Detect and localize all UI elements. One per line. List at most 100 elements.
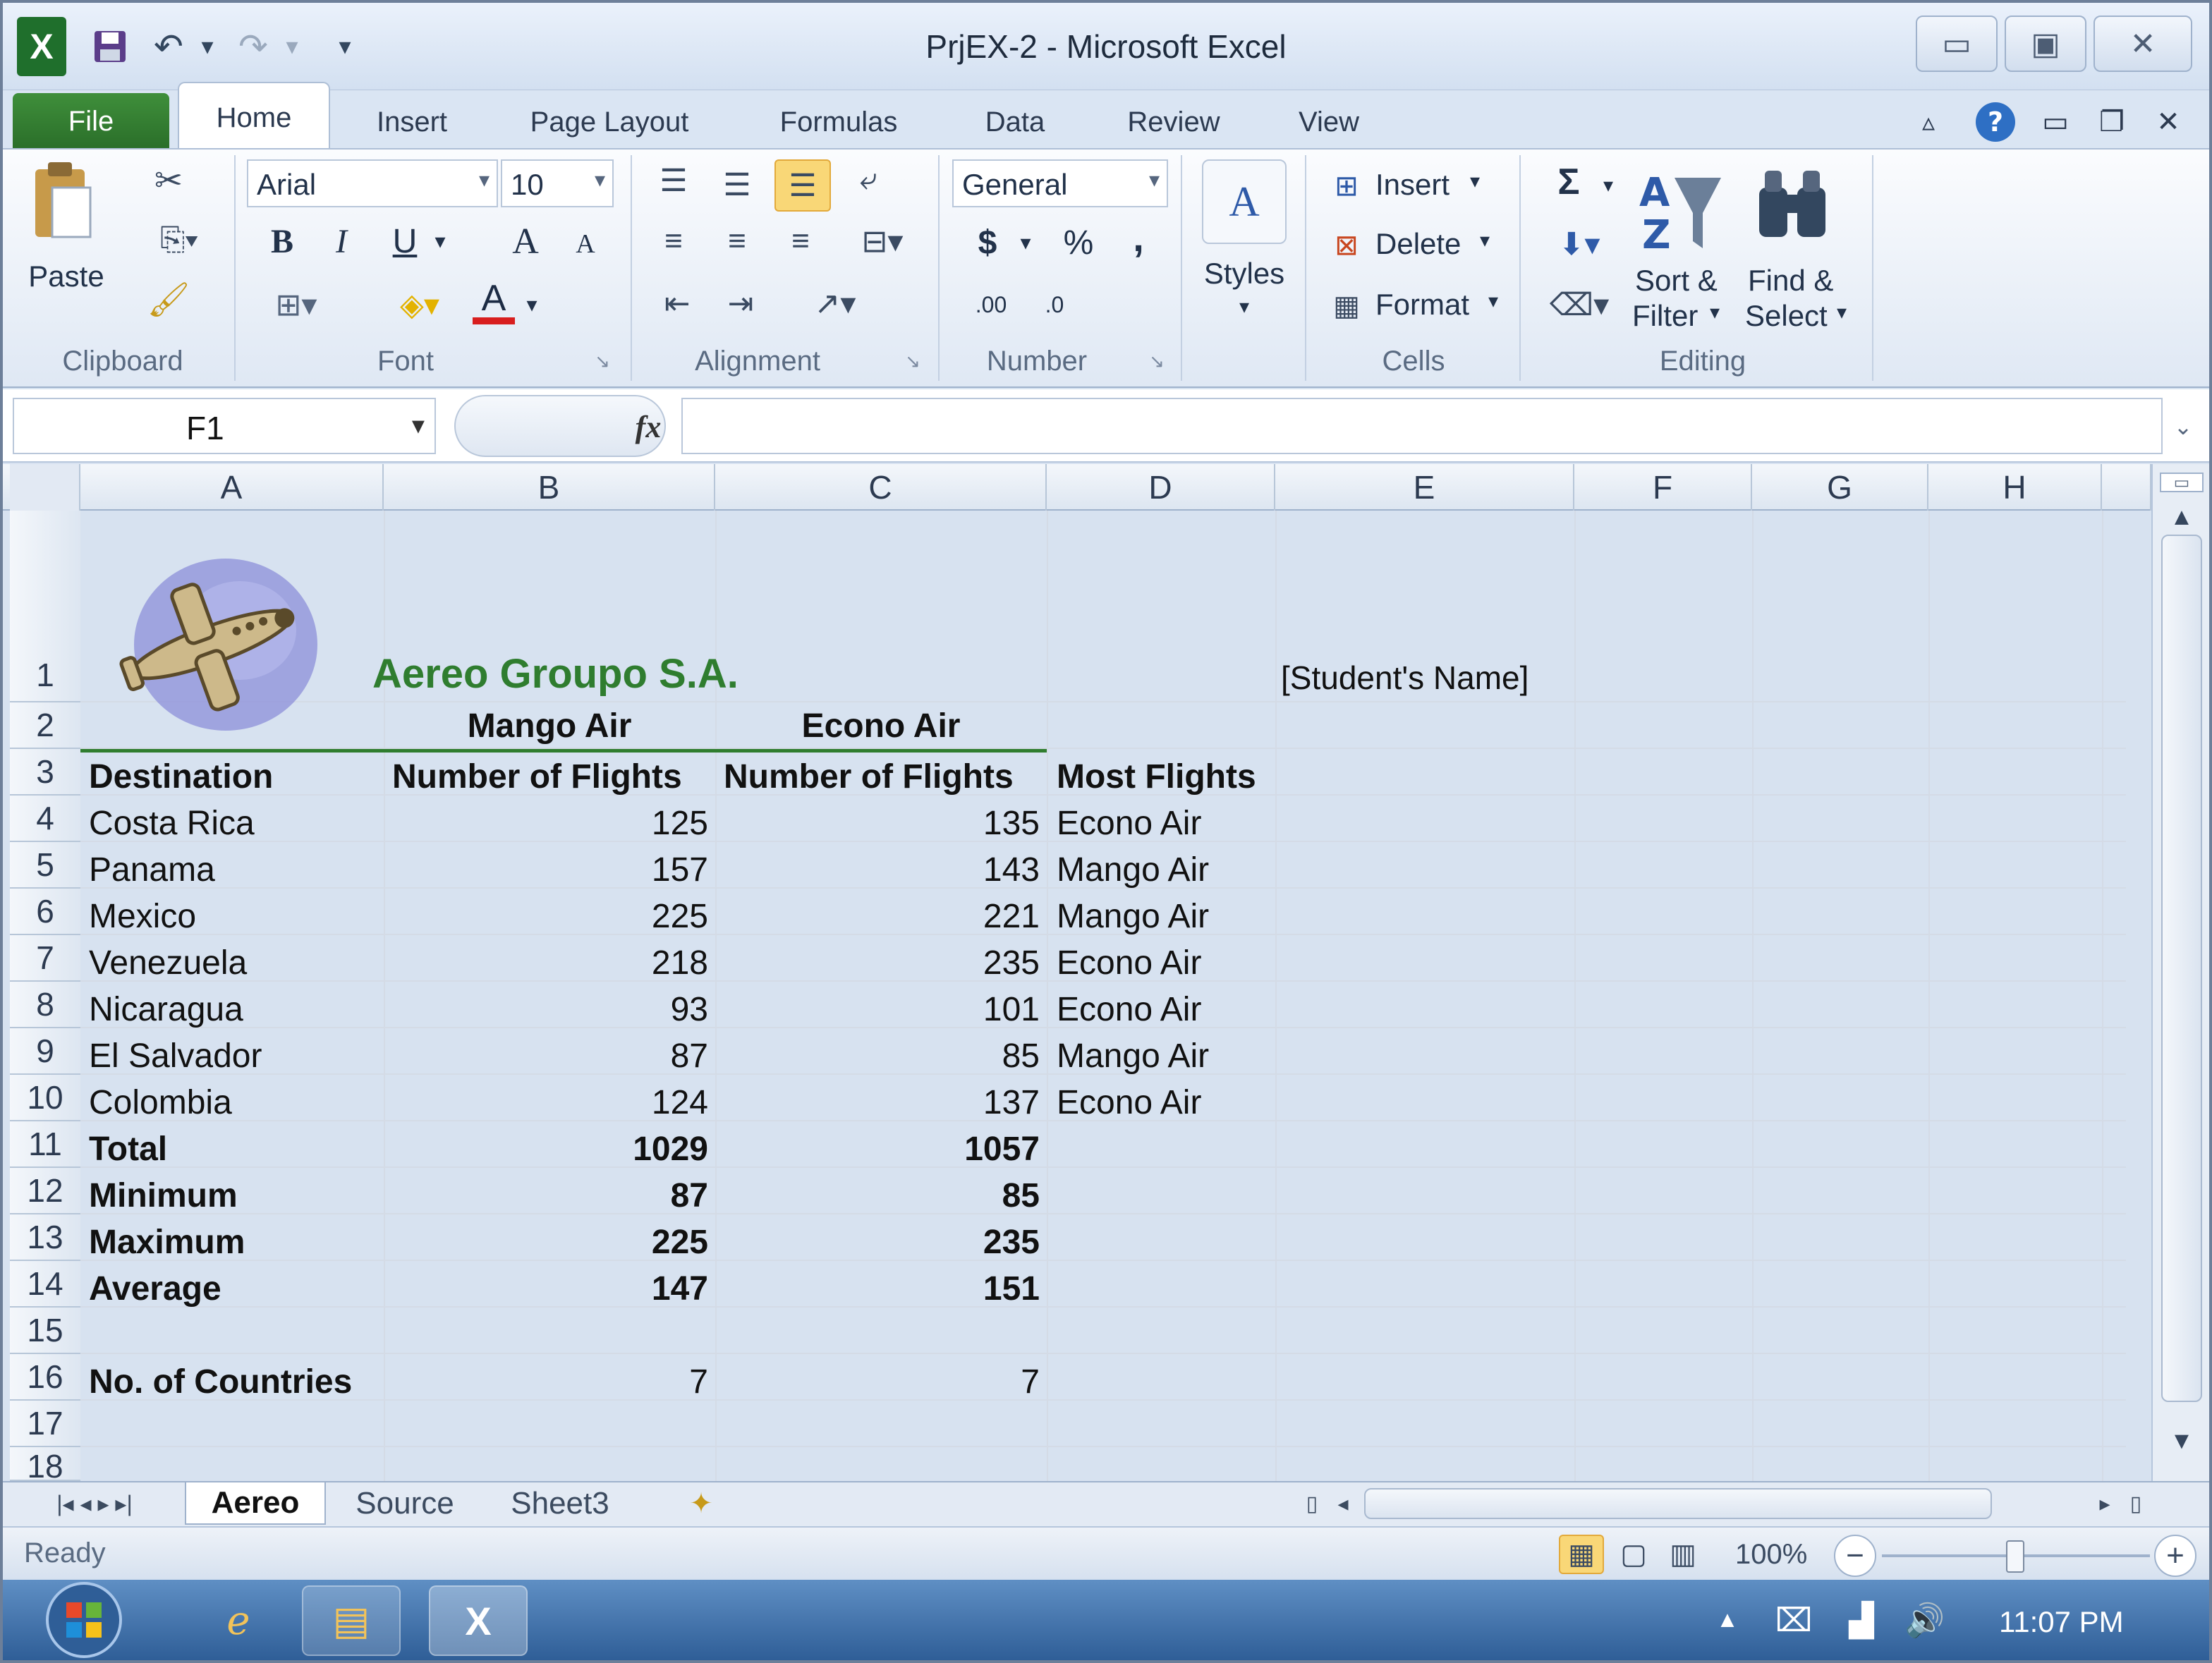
row-header-7[interactable]: 7	[10, 935, 80, 982]
underline-button[interactable]: U	[384, 219, 426, 264]
zoom-in-button[interactable]: +	[2154, 1535, 2196, 1577]
cell-econo-flights[interactable]: 101	[715, 986, 1040, 1032]
customize-qat-icon[interactable]: ▾	[327, 17, 363, 76]
row-header-8[interactable]: 8	[10, 982, 80, 1028]
italic-button[interactable]: I	[320, 219, 363, 264]
cell-countries-mango[interactable]: 7	[384, 1358, 708, 1405]
cell-mango-flights[interactable]: 157	[384, 846, 708, 893]
styles-button[interactable]: Styles	[1192, 254, 1296, 293]
format-painter-icon[interactable]: 🖌	[144, 278, 193, 320]
top-align-icon[interactable]: ☰	[649, 158, 698, 203]
horizontal-scroll-thumb[interactable]	[1364, 1488, 1992, 1519]
airline-econo-header[interactable]: Econo Air	[715, 702, 1047, 749]
row-header-1[interactable]: 1	[10, 511, 80, 702]
zoom-level[interactable]: 100%	[1735, 1539, 1807, 1571]
volume-icon[interactable]: 🔊	[1900, 1595, 1950, 1645]
format-dropdown-icon[interactable]: ▾	[1488, 289, 1498, 312]
fill-icon[interactable]: ⬇▾	[1540, 221, 1618, 267]
cell-mango-flights[interactable]: 124	[384, 1079, 708, 1126]
fill-color-icon[interactable]: ◈▾	[381, 282, 458, 327]
sheet-tab-source[interactable]: Source	[334, 1482, 475, 1525]
select-all-button[interactable]	[10, 464, 80, 511]
cell-summary-econo[interactable]: 235	[715, 1219, 1040, 1265]
decrease-decimal-button[interactable]: .0	[1023, 282, 1086, 327]
row-header-11[interactable]: 11	[10, 1121, 80, 1168]
row-header-3[interactable]: 3	[10, 749, 80, 796]
underline-dropdown-icon[interactable]: ▾	[426, 219, 454, 264]
cell-destination[interactable]: Mexico	[89, 893, 196, 939]
currency-button[interactable]: $	[966, 220, 1009, 265]
cell-countries-label[interactable]: No. of Countries	[89, 1358, 352, 1405]
column-header-i[interactable]	[2102, 464, 2151, 511]
normal-view-icon[interactable]: ▦	[1559, 1535, 1604, 1574]
sheet-navigation-arrows[interactable]: |◂ ◂ ▸ ▸|	[17, 1482, 172, 1525]
chevron-down-icon[interactable]: ▾	[595, 168, 605, 193]
percent-button[interactable]: %	[1054, 220, 1103, 265]
cell-econo-flights[interactable]: 135	[715, 800, 1040, 846]
help-icon[interactable]: ?	[1971, 95, 2020, 150]
cell-summary-label[interactable]: Average	[89, 1265, 221, 1312]
tab-formulas[interactable]: Formulas	[750, 95, 927, 150]
cell-econo-flights[interactable]: 137	[715, 1079, 1040, 1126]
insert-worksheet-icon[interactable]: ✦	[673, 1482, 729, 1525]
scroll-right-icon[interactable]: ▸	[2091, 1482, 2119, 1525]
grow-font-button[interactable]: A	[501, 219, 550, 264]
undo-dropdown-icon[interactable]: ▾	[193, 17, 221, 76]
file-explorer-icon[interactable]: ▤	[302, 1585, 401, 1656]
cell-mango-flights[interactable]: 93	[384, 986, 708, 1032]
font-name-box[interactable]: Arial ▾	[247, 159, 498, 207]
cell-summary-mango[interactable]: 147	[384, 1265, 708, 1312]
row-header-10[interactable]: 10	[10, 1075, 80, 1121]
formula-input[interactable]	[681, 398, 2163, 454]
tab-file[interactable]: File	[13, 93, 169, 150]
excel-taskbar-icon[interactable]: X	[429, 1585, 528, 1656]
autosum-dropdown-icon[interactable]: ▾	[1594, 162, 1622, 207]
cell-most-flights[interactable]: Econo Air	[1057, 986, 1201, 1032]
split-handle-right[interactable]: ▯	[2122, 1482, 2150, 1525]
insert-function-button[interactable]: fx	[624, 402, 673, 451]
page-layout-view-icon[interactable]: ▢	[1611, 1535, 1656, 1574]
cell-destination[interactable]: El Salvador	[89, 1032, 262, 1079]
row-header-5[interactable]: 5	[10, 842, 80, 889]
cell-summary-econo[interactable]: 85	[715, 1172, 1040, 1219]
network-tray-icon[interactable]: ⌧	[1769, 1595, 1818, 1645]
page-break-view-icon[interactable]: ▥	[1660, 1535, 1706, 1574]
scroll-up-icon[interactable]: ▲	[2160, 499, 2204, 535]
row-header-14[interactable]: 14	[10, 1261, 80, 1308]
column-header-f[interactable]: F	[1574, 464, 1752, 511]
borders-icon[interactable]: ⊞▾	[261, 282, 332, 327]
shrink-font-button[interactable]: A	[564, 224, 607, 264]
minimize-ribbon-icon[interactable]: ▵	[1907, 95, 1950, 150]
undo-icon[interactable]: ↶	[144, 17, 193, 76]
cell-summary-mango[interactable]: 225	[384, 1219, 708, 1265]
dialog-launcher-icon[interactable]: ↘	[588, 347, 616, 375]
header-most-flights[interactable]: Most Flights	[1057, 753, 1256, 800]
find-select-dropdown-icon[interactable]: ▾	[1837, 300, 1847, 324]
cell-summary-econo[interactable]: 151	[715, 1265, 1040, 1312]
cell-econo-flights[interactable]: 221	[715, 893, 1040, 939]
column-header-c[interactable]: C	[715, 464, 1047, 511]
cell-countries-econo[interactable]: 7	[715, 1358, 1040, 1405]
tab-insert[interactable]: Insert	[348, 95, 475, 150]
font-size-box[interactable]: 10 ▾	[501, 159, 614, 207]
middle-align-icon[interactable]: ☰	[712, 162, 762, 207]
cell-destination[interactable]: Nicaragua	[89, 986, 243, 1032]
paste-button[interactable]: Paste	[24, 257, 109, 296]
row-header-16[interactable]: 16	[10, 1354, 80, 1401]
font-color-dropdown-icon[interactable]: ▾	[518, 282, 546, 327]
cell-summary-mango[interactable]: 1029	[384, 1126, 708, 1172]
scroll-thumb[interactable]	[2161, 535, 2202, 1402]
cell-most-flights[interactable]: Mango Air	[1057, 893, 1209, 939]
bold-button[interactable]: B	[261, 219, 303, 264]
column-header-g[interactable]: G	[1752, 464, 1928, 511]
tab-page-layout[interactable]: Page Layout	[504, 95, 715, 150]
sort-filter-dropdown-icon[interactable]: ▾	[1710, 300, 1720, 324]
header-destination[interactable]: Destination	[89, 753, 273, 800]
cell-mango-flights[interactable]: 225	[384, 893, 708, 939]
tab-data[interactable]: Data	[962, 95, 1068, 150]
airline-mango-header[interactable]: Mango Air	[384, 702, 715, 749]
cell-summary-label[interactable]: Minimum	[89, 1172, 238, 1219]
redo-dropdown-icon[interactable]: ▾	[278, 17, 306, 76]
cell-econo-flights[interactable]: 85	[715, 1032, 1040, 1079]
delete-cells-label[interactable]: Delete	[1375, 227, 1461, 261]
